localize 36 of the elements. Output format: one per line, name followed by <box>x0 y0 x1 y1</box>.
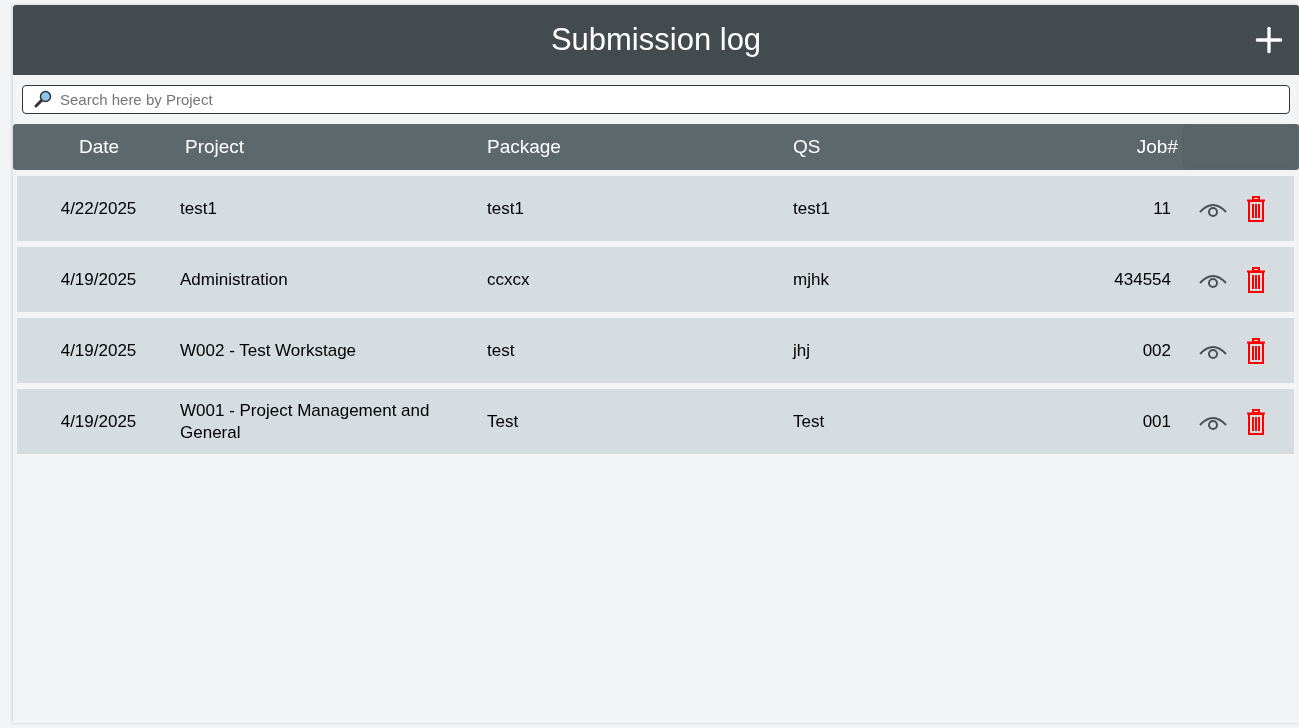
table-cell-text: 4/19/2025 <box>59 410 138 433</box>
table-cell-text: ccxcx <box>487 268 531 291</box>
table-cell-text: jhj <box>793 339 811 362</box>
table-cell-text: 001 <box>1142 410 1171 433</box>
table-cell-text: Test <box>793 410 826 433</box>
column-header: Date <box>77 134 121 159</box>
table-row[interactable]: 4/19/2025 W001 - Project Management and General Test Test 001 <box>17 389 1294 454</box>
trash-icon[interactable] <box>1246 195 1266 222</box>
table-cell-text: 4/19/2025 <box>59 339 138 362</box>
magnifier-icon <box>34 90 52 108</box>
table-cell-text: 434554 <box>1114 268 1171 291</box>
table-row[interactable]: 4/19/2025 Administration ccxcx mjhk 434554 <box>17 247 1294 312</box>
table-row[interactable]: 4/22/2025 test1 test1 test1 11 <box>17 176 1294 241</box>
trash-icon[interactable] <box>1246 408 1266 435</box>
table-cell-text: W002 - Test Workstage <box>180 339 358 362</box>
table-cell-text: W001 - Project Management and General <box>180 399 431 444</box>
search-field[interactable]: Search here by Project <box>22 85 1290 114</box>
table-cell-text: 11 <box>1153 197 1171 220</box>
table-cell-text: test1 <box>793 197 831 220</box>
trash-icon[interactable] <box>1246 337 1266 364</box>
column-header: Job# <box>1136 134 1178 159</box>
table-cell-text: Administration <box>180 268 289 291</box>
trash-icon[interactable] <box>1246 266 1266 293</box>
table-cell-text: 4/19/2025 <box>59 268 138 291</box>
column-header: QS <box>793 134 822 159</box>
table-cell-text: 002 <box>1142 339 1171 362</box>
column-header: Project <box>185 134 246 159</box>
table-cell-text: test1 <box>487 197 525 220</box>
table-cell-text: test <box>487 339 516 362</box>
table-cell-text: 4/22/2025 <box>59 197 138 220</box>
table-cell-text: test1 <box>180 197 218 220</box>
table-cell-text: Test <box>487 410 520 433</box>
table-row[interactable]: 4/19/2025 W002 - Test Workstage test jhj 002 <box>17 318 1294 383</box>
page-title: Submission log <box>550 20 762 59</box>
table-cell-text: mjhk <box>793 268 830 291</box>
column-header: Package <box>487 134 562 159</box>
